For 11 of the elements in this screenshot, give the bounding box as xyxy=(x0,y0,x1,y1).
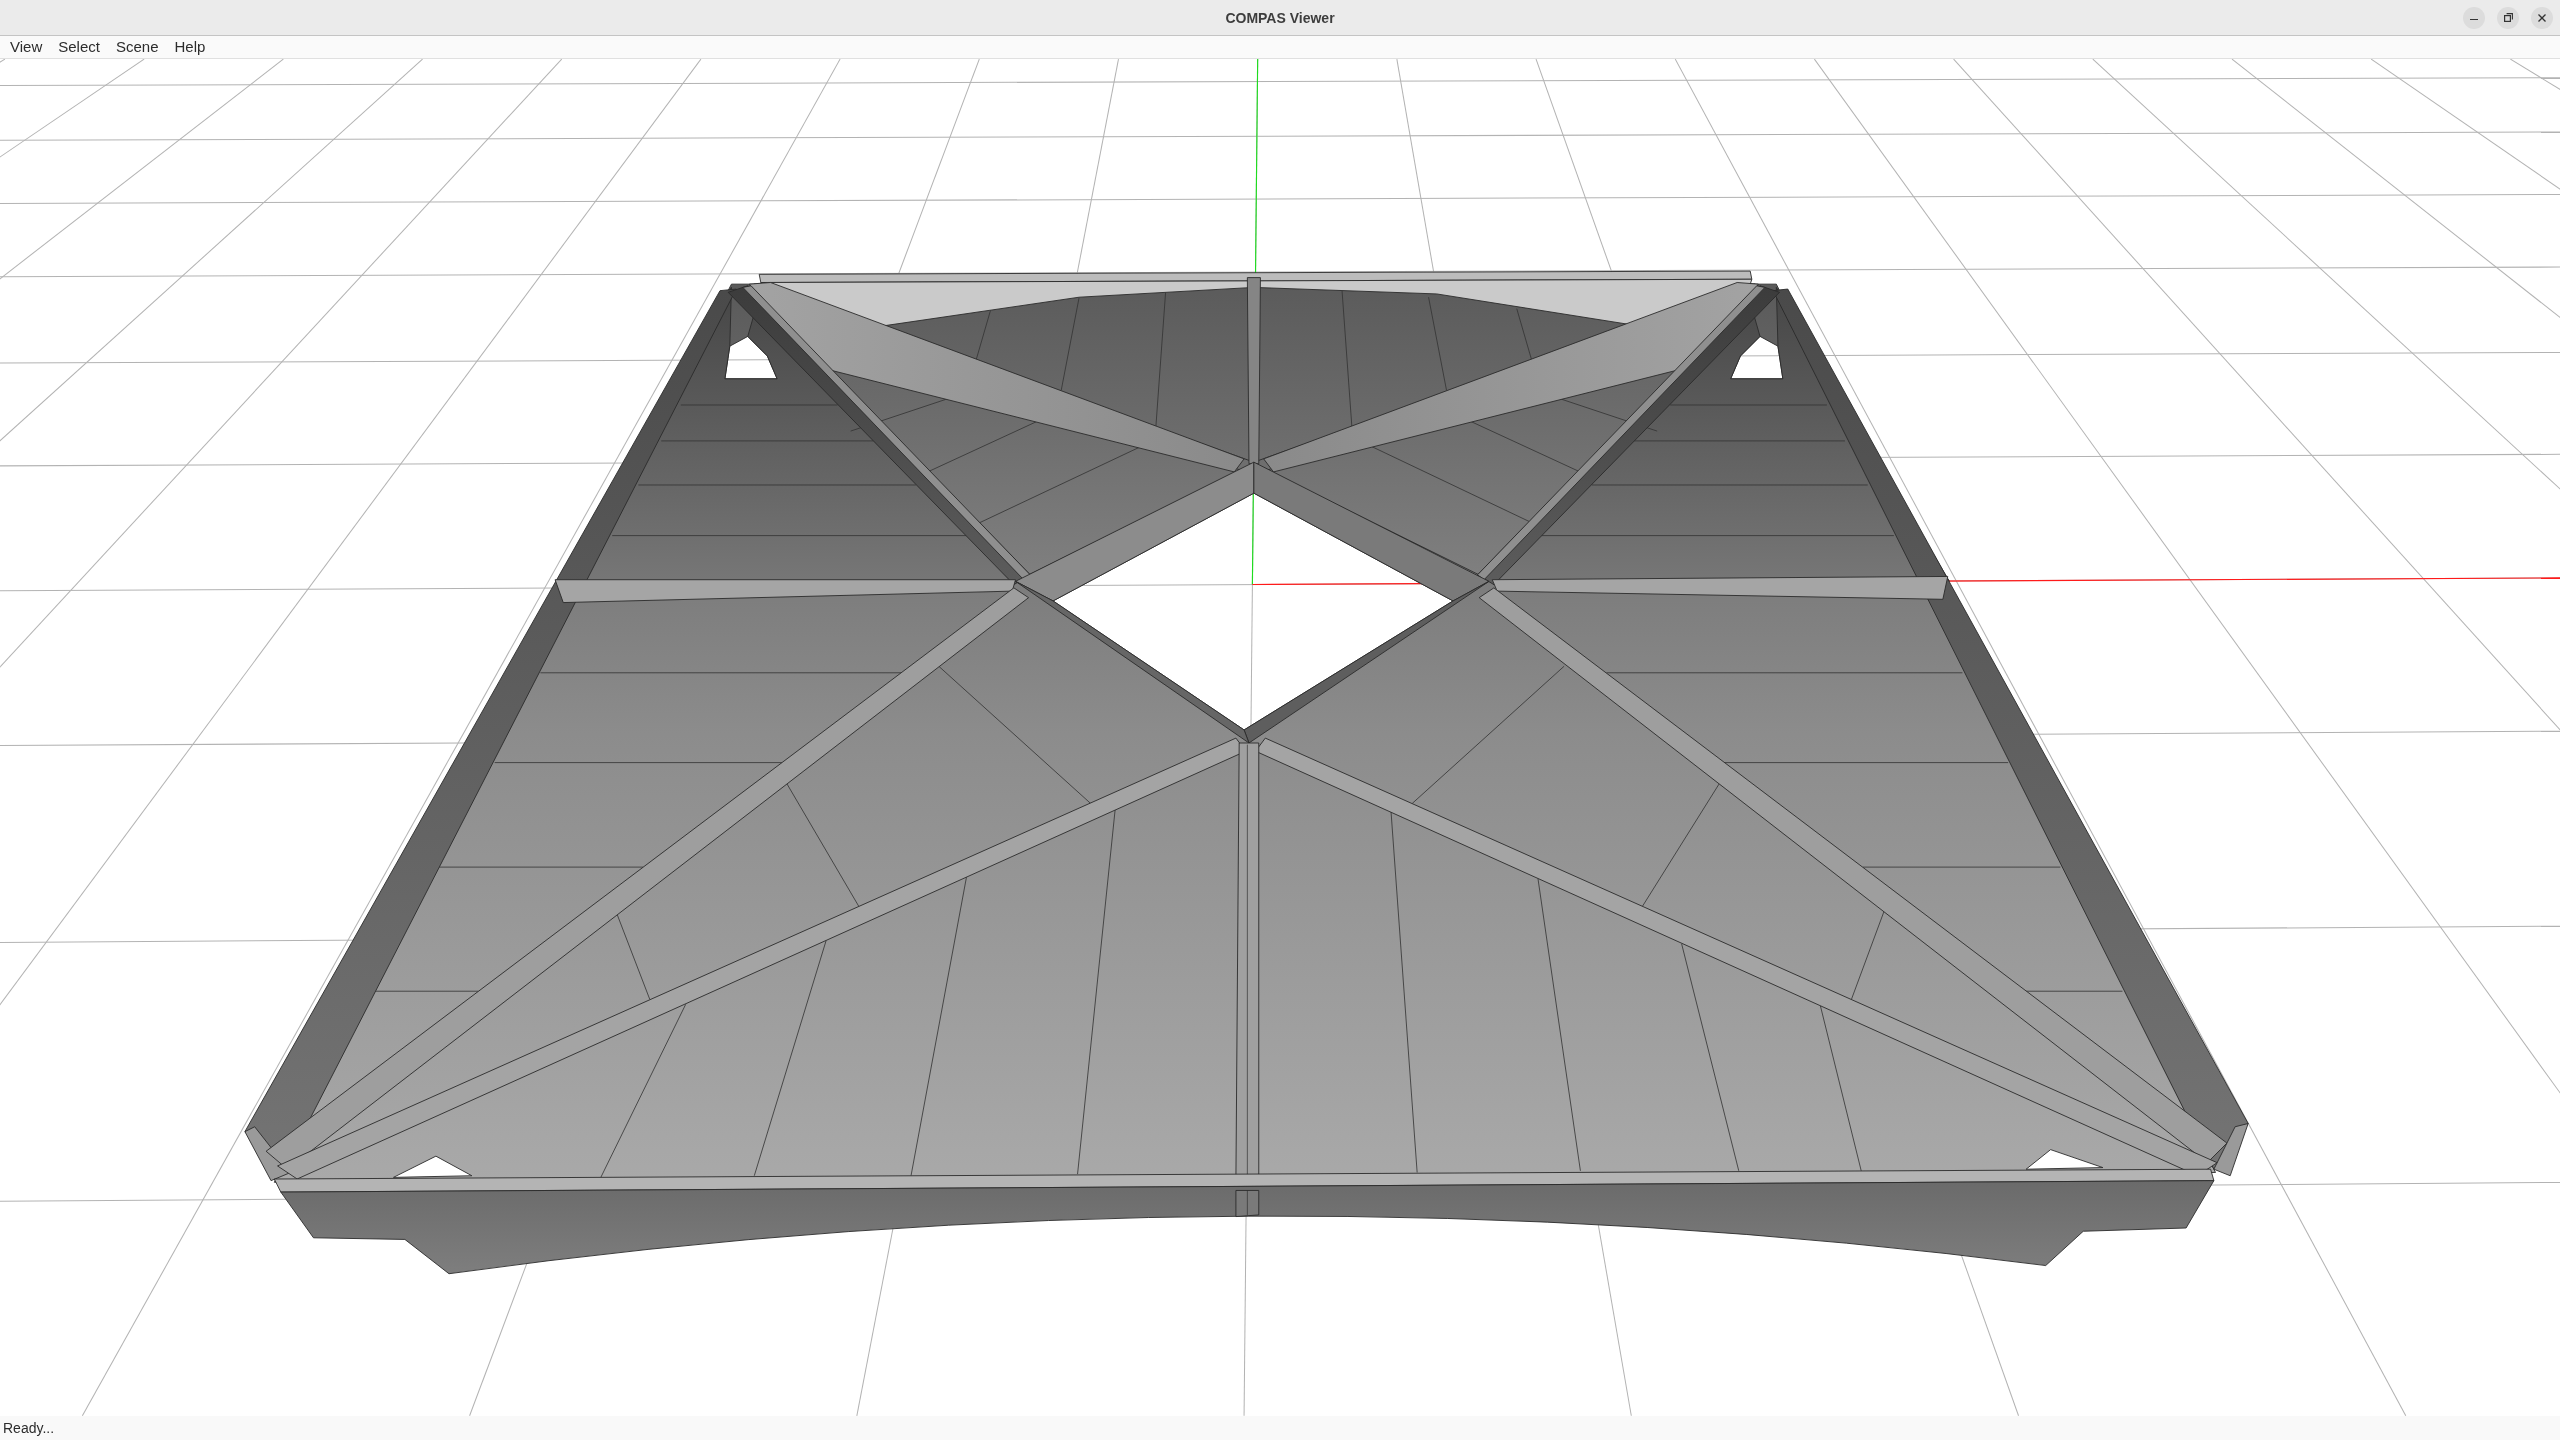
status-text: Ready... xyxy=(3,1420,55,1436)
close-icon xyxy=(2538,13,2546,22)
close-button[interactable] xyxy=(2531,6,2553,29)
minimize-icon xyxy=(2470,18,2478,21)
restore-button[interactable] xyxy=(2497,6,2519,29)
menu-item[interactable]: Select xyxy=(50,37,108,57)
menu-item[interactable]: View xyxy=(2,37,51,57)
restore-icon xyxy=(2503,13,2513,22)
menu-item[interactable]: Scene xyxy=(107,37,167,57)
menu-item[interactable]: Help xyxy=(166,37,214,57)
window-title: COMPAS Viewer xyxy=(1225,9,1335,26)
